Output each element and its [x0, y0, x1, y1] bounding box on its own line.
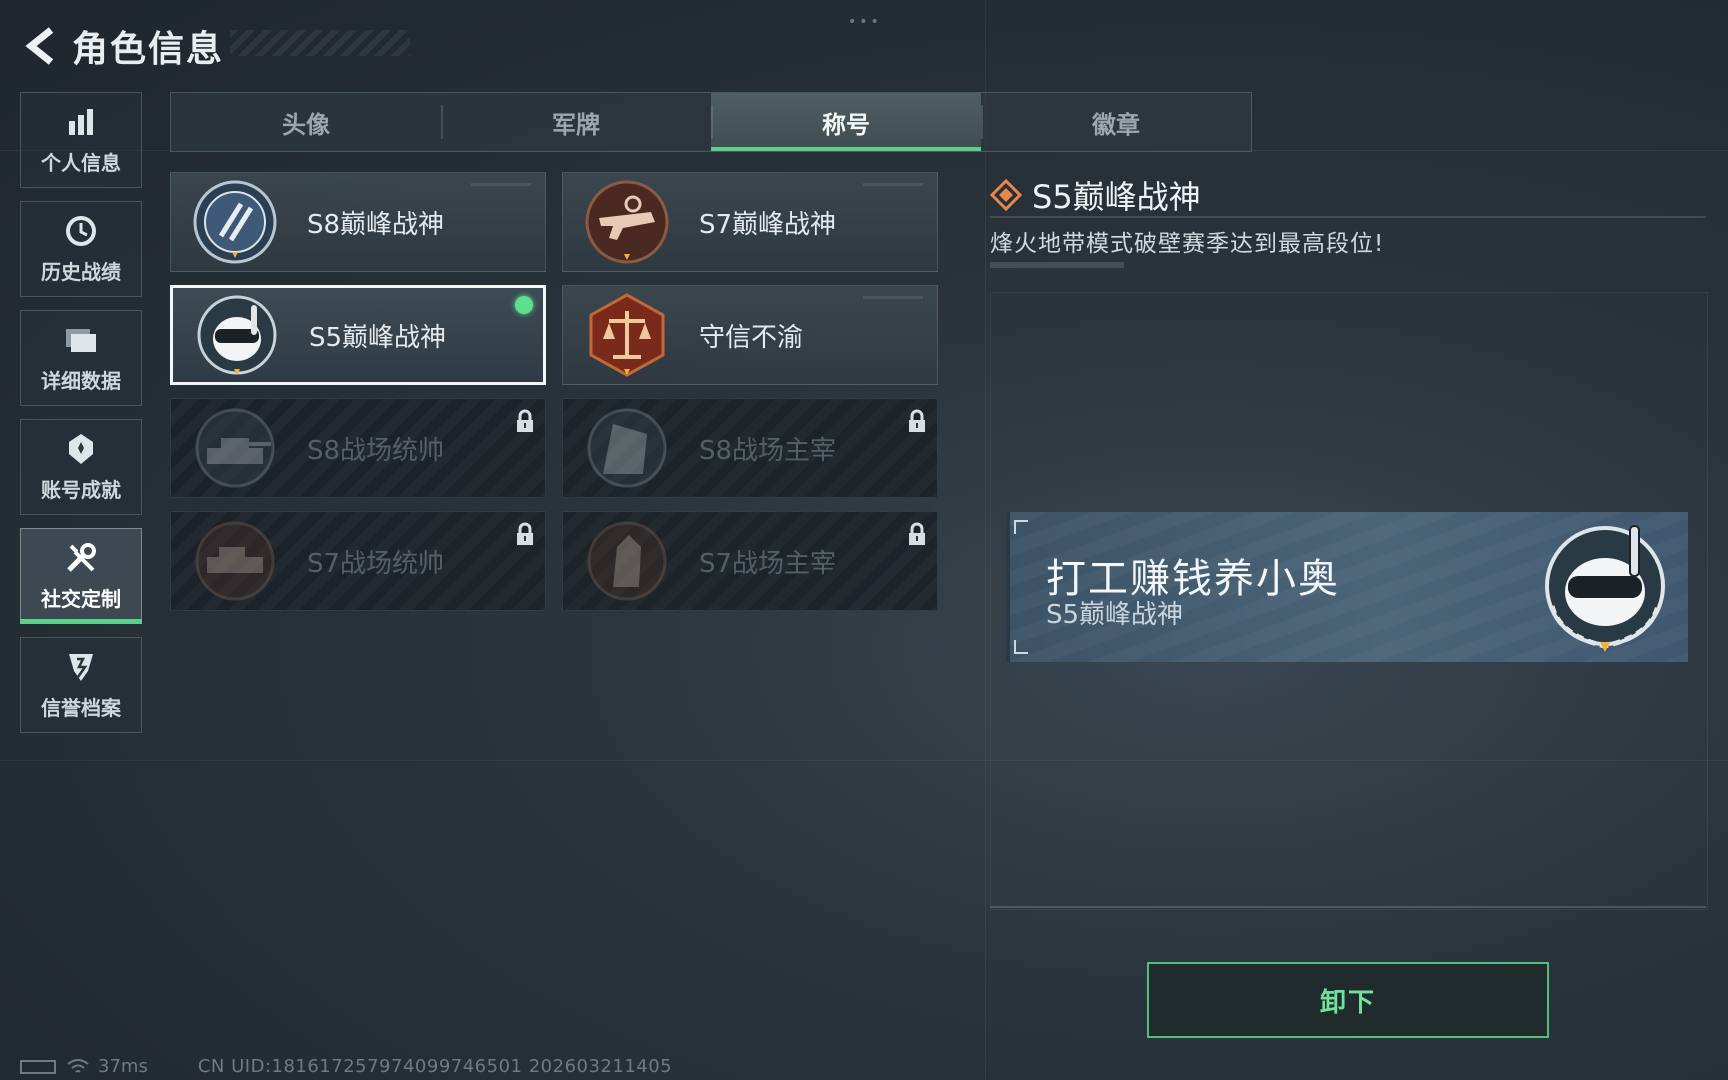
battery-icon: [20, 1059, 56, 1074]
sidebar-item-label: 信誉档案: [41, 695, 121, 720]
sidebar-item-details[interactable]: 详细数据: [20, 310, 142, 406]
sidebar-item-achievements[interactable]: 账号成就: [20, 419, 142, 515]
soldier-emblem-icon: [581, 515, 673, 607]
dots-decoration: •••: [848, 14, 882, 30]
preview-title: S5巅峰战神: [1046, 600, 1184, 630]
page-title: 角色信息: [72, 29, 225, 70]
title-card-keep-faith[interactable]: 守信不渝: [562, 285, 938, 385]
card-decoration: [863, 296, 923, 299]
status-footer: 37ms CN UID:1816172579740997465​01 20260…: [20, 1056, 672, 1077]
wifi-icon: [67, 1058, 89, 1073]
lock-icon: [517, 522, 533, 545]
tab-bar: 头像 军牌 称号 徽章: [170, 92, 1252, 152]
tank-emblem-icon: [189, 402, 281, 494]
title-card-s8-peak[interactable]: S8巅峰战神: [170, 172, 546, 272]
title-diamond-icon: [990, 179, 1022, 211]
card-decoration: [471, 183, 531, 186]
corner-decoration: [1014, 520, 1028, 534]
lock-icon: [909, 522, 925, 545]
s5-peak-emblem-icon: [191, 289, 283, 381]
sidebar-item-label: 账号成就: [41, 477, 121, 502]
grid-line: [985, 0, 986, 1080]
title-card-label: 守信不渝: [699, 322, 804, 353]
shield-icon: [64, 650, 98, 684]
detail-frame-bottom: [990, 906, 1706, 908]
title-card-s7-dominator[interactable]: S7战场主宰: [562, 511, 938, 611]
building-emblem-icon: [581, 402, 673, 494]
detail-subline-decoration: [990, 262, 1124, 268]
title-card-s7-commander[interactable]: S7战场统帅: [170, 511, 546, 611]
title-card-s8-commander[interactable]: S8战场统帅: [170, 398, 546, 498]
title-card-label: S8战场统帅: [307, 435, 445, 466]
back-button[interactable]: [20, 22, 60, 70]
vehicle-emblem-icon: [189, 515, 281, 607]
s8-peak-emblem-icon: [189, 176, 281, 268]
folder-icon: [64, 323, 98, 357]
sidebar-item-label: 历史战绩: [41, 259, 121, 284]
bar-chart-icon: [64, 105, 98, 139]
history-icon: [64, 214, 98, 248]
header-hatch-decoration: [230, 30, 410, 56]
lock-icon: [517, 409, 533, 432]
tools-icon: [64, 541, 98, 575]
sidebar-item-label: 个人信息: [41, 150, 121, 175]
title-card-label: S7战场统帅: [307, 548, 445, 579]
header: 角色信息: [20, 18, 224, 74]
title-card-label: S5巅峰战神: [309, 322, 447, 353]
detail-title: S5巅峰战神: [1032, 178, 1201, 216]
title-card-label: S7巅峰战神: [699, 209, 837, 240]
title-card-label: S8战场主宰: [699, 435, 837, 466]
title-card-s7-peak[interactable]: S7巅峰战神: [562, 172, 938, 272]
unequip-button[interactable]: 卸下: [1147, 962, 1549, 1038]
sidebar-item-label: 详细数据: [41, 368, 121, 393]
s5-peak-emblem-icon: [1545, 525, 1665, 652]
card-decoration: [863, 183, 923, 186]
ping-text: 37ms: [98, 1056, 148, 1077]
sidebar-item-credit[interactable]: 信誉档案: [20, 637, 142, 733]
title-card-s5-peak[interactable]: S5巅峰战神: [170, 285, 546, 385]
title-preview-banner: 打工赚钱养小奥 S5巅峰战神: [1006, 512, 1688, 662]
detail-description: 烽火地带模式破壁赛季达到最高段位!: [990, 231, 1385, 257]
sidebar-item-profile[interactable]: 个人信息: [20, 92, 142, 188]
title-card-s8-dominator[interactable]: S8战场主宰: [562, 398, 938, 498]
scales-emblem-icon: [581, 289, 673, 381]
sidebar-item-label: 社交定制: [41, 586, 121, 611]
equipped-indicator: [515, 296, 533, 314]
medal-icon: [64, 432, 98, 466]
lock-icon: [909, 409, 925, 432]
tab-badge[interactable]: 徽章: [981, 93, 1251, 151]
tab-title[interactable]: 称号: [711, 93, 981, 151]
sidebar: 个人信息 历史战绩 详细数据 账号成就 社交定制 信誉档案: [20, 92, 144, 746]
corner-decoration: [1014, 640, 1028, 654]
uid-text: CN UID:1816172579740997465​01 2026032114…: [197, 1056, 673, 1077]
detail-header: S5巅峰战神: [990, 172, 1201, 218]
title-card-label: S7战场主宰: [699, 548, 837, 579]
back-arrow-icon: [25, 27, 54, 65]
sidebar-item-social-custom[interactable]: 社交定制: [20, 528, 142, 624]
title-card-label: S8巅峰战神: [307, 209, 445, 240]
s7-peak-emblem-icon: [581, 176, 673, 268]
tab-dogtag[interactable]: 军牌: [441, 93, 711, 151]
sidebar-item-history[interactable]: 历史战绩: [20, 201, 142, 297]
detail-divider: [990, 216, 1706, 218]
tab-avatar[interactable]: 头像: [171, 93, 441, 151]
